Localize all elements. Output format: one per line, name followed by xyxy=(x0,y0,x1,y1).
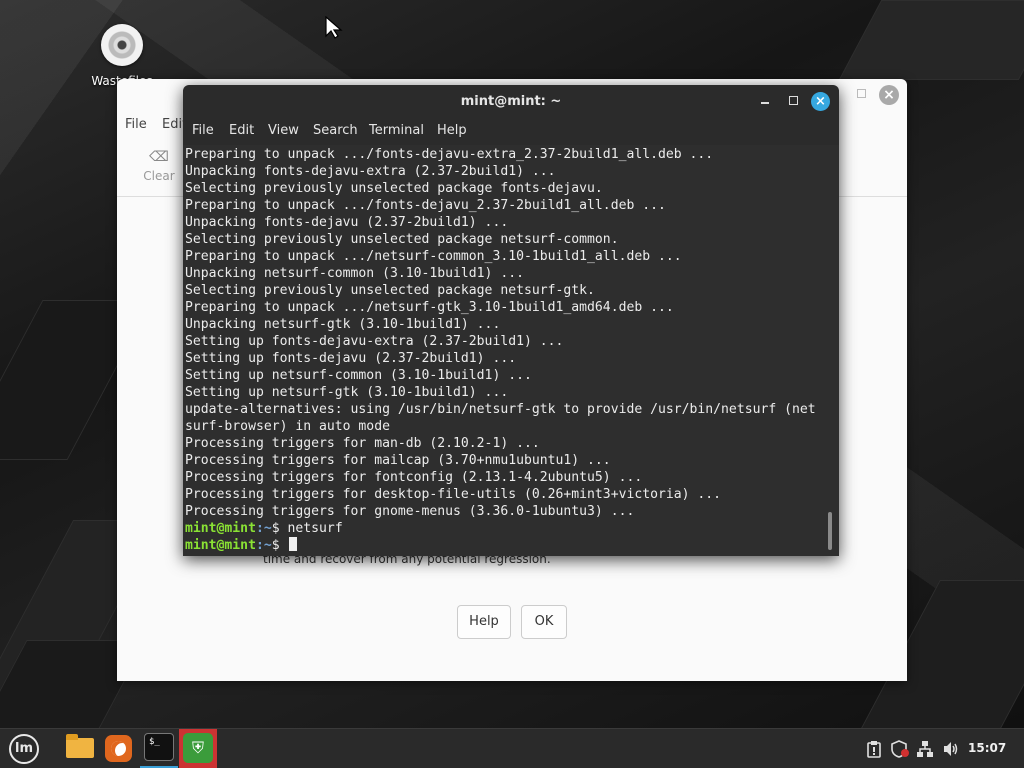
bg-shape xyxy=(838,0,1024,80)
bg-close-button[interactable]: × xyxy=(879,85,899,105)
terminal-line: Preparing to unpack .../fonts-dejavu_2.3… xyxy=(185,198,666,213)
firefox-icon xyxy=(105,735,132,762)
menu-view[interactable]: View xyxy=(268,123,299,138)
help-button[interactable]: Help xyxy=(457,605,511,639)
active-prompt-line[interactable]: mint@mint:~$ xyxy=(185,537,837,554)
menu-help[interactable]: Help xyxy=(437,123,467,138)
security-launcher[interactable]: ⛨ xyxy=(179,729,217,768)
terminal-line: Preparing to unpack .../fonts-dejavu-ext… xyxy=(185,147,714,162)
taskbar: lm $_ ⛨ 15:07 xyxy=(0,728,1024,768)
highlight-frame: ⛨ xyxy=(179,729,217,768)
terminal-line: Setting up netsurf-gtk (3.10-1build1) ..… xyxy=(185,385,509,400)
text-cursor xyxy=(288,537,297,551)
command-text: netsurf xyxy=(287,521,343,536)
files-launcher[interactable] xyxy=(58,729,96,768)
terminal-launcher[interactable]: $_ xyxy=(140,729,178,768)
terminal-title: mint@mint: ~ xyxy=(460,94,562,109)
close-button[interactable]: × xyxy=(811,92,830,111)
volume-icon[interactable] xyxy=(942,740,960,762)
menu-terminal[interactable]: Terminal xyxy=(369,123,424,138)
clipboard-icon[interactable] xyxy=(866,740,882,762)
clear-button[interactable]: ⌫ Clear xyxy=(139,149,179,183)
terminal-line: Selecting previously unselected package … xyxy=(185,181,603,196)
bg-maximize-button[interactable] xyxy=(857,89,866,98)
terminal-icon: $_ xyxy=(144,733,174,761)
prompt-line: mint@mint:~$ netsurf xyxy=(185,520,837,537)
terminal-line: Selecting previously unselected package … xyxy=(185,283,595,298)
folder-icon xyxy=(66,734,94,758)
clear-label: Clear xyxy=(143,169,175,183)
bg-menu-file[interactable]: File xyxy=(125,117,147,132)
prompt-symbol: $ xyxy=(271,538,280,553)
menu-edit[interactable]: Edit xyxy=(229,123,254,138)
terminal-line: Unpacking netsurf-gtk (3.10-1build1) ... xyxy=(185,317,501,332)
terminal-line: Preparing to unpack .../netsurf-common_3… xyxy=(185,249,682,264)
terminal-output[interactable]: Preparing to unpack .../fonts-dejavu-ext… xyxy=(183,145,839,556)
menu-search[interactable]: Search xyxy=(313,123,358,138)
prompt-symbol: $ xyxy=(271,521,280,536)
terminal-line: update-alternatives: using /usr/bin/nets… xyxy=(185,402,816,417)
terminal-line: Processing triggers for mailcap (3.70+nm… xyxy=(185,453,611,468)
mint-menu-icon: lm xyxy=(9,734,39,764)
terminal-line: Setting up fonts-dejavu-extra (2.37-2bui… xyxy=(185,334,564,349)
maximize-button[interactable] xyxy=(789,96,798,105)
minimize-button[interactable] xyxy=(760,93,772,107)
prompt-path: :~ xyxy=(255,521,272,536)
firefox-launcher[interactable] xyxy=(99,729,137,768)
terminal-window: mint@mint: ~ × File Edit View Search Ter… xyxy=(183,85,839,556)
ok-button[interactable]: OK xyxy=(521,605,567,639)
terminal-line: Preparing to unpack .../netsurf-gtk_3.10… xyxy=(185,300,674,315)
terminal-line: Setting up fonts-dejavu (2.37-2build1) .… xyxy=(185,351,517,366)
shield-icon: ⛨ xyxy=(183,733,213,763)
prompt-user: mint@mint xyxy=(185,521,256,536)
terminal-line: Processing triggers for desktop-file-uti… xyxy=(185,487,722,502)
menu-file[interactable]: File xyxy=(192,123,214,138)
terminal-line: Unpacking fonts-dejavu-extra (2.37-2buil… xyxy=(185,164,556,179)
terminal-scrollbar[interactable] xyxy=(828,512,832,550)
terminal-line: Selecting previously unselected package … xyxy=(185,232,619,247)
terminal-line: Processing triggers for gnome-menus (3.3… xyxy=(185,504,635,519)
disc-icon xyxy=(101,24,143,66)
mouse-cursor-icon xyxy=(325,16,343,39)
network-icon[interactable] xyxy=(916,740,934,762)
terminal-line: Unpacking netsurf-common (3.10-1build1) … xyxy=(185,266,524,281)
clear-icon: ⌫ xyxy=(149,149,169,165)
prompt-user: mint@mint xyxy=(185,538,256,553)
terminal-line: Unpacking fonts-dejavu (2.37-2build1) ..… xyxy=(185,215,509,230)
menu-button[interactable]: lm xyxy=(4,729,42,768)
terminal-line: Processing triggers for man-db (2.10.2-1… xyxy=(185,436,540,451)
terminal-titlebar[interactable]: mint@mint: ~ × xyxy=(183,85,839,117)
terminal-line: surf-browser) in auto mode xyxy=(185,419,390,434)
shield-tray-icon[interactable] xyxy=(891,740,909,762)
terminal-line: Setting up netsurf-common (3.10-1build1)… xyxy=(185,368,532,383)
terminal-line: Processing triggers for fontconfig (2.13… xyxy=(185,470,643,485)
clock[interactable]: 15:07 xyxy=(968,741,1006,755)
prompt-path: :~ xyxy=(255,538,272,553)
